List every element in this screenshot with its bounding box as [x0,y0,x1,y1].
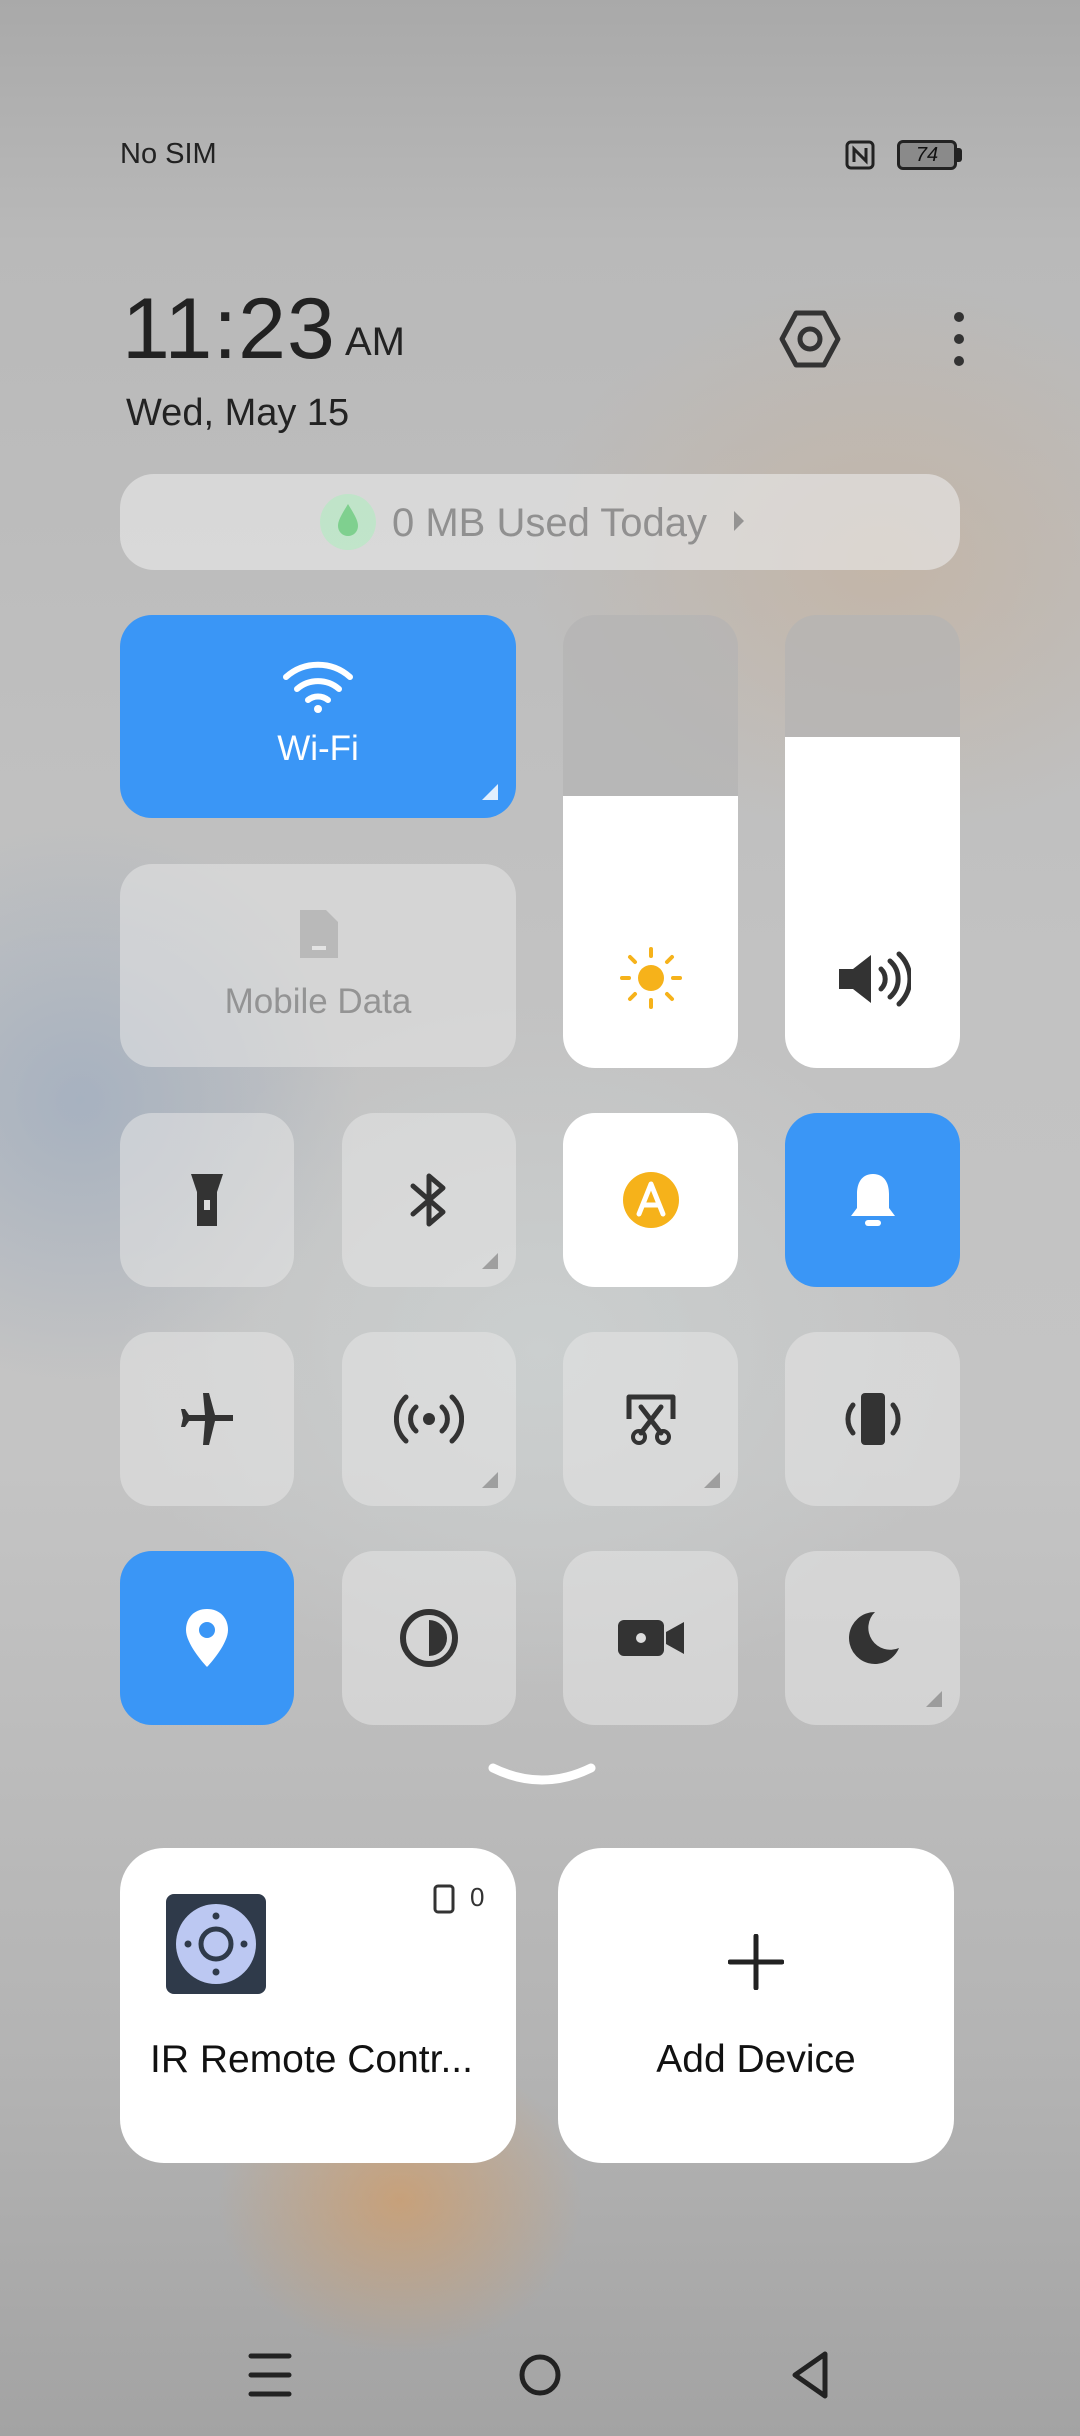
mobile-data-tile[interactable]: Mobile Data [120,864,516,1067]
water-drop-icon [320,494,376,550]
sim-card-icon [300,910,338,958]
sun-icon [620,947,682,1009]
volume-level-fill [785,737,960,1068]
video-camera-icon [617,1620,684,1656]
clock-ampm: AM [345,320,405,364]
expand-corner-icon [926,1691,942,1707]
battery-level: 74 [915,144,939,166]
expand-corner-icon [482,784,498,800]
ir-remote-icon [166,1894,266,1994]
hotspot-tile[interactable] [342,1332,516,1506]
clock-time: 11:23 [122,281,336,377]
contrast-icon [400,1609,458,1667]
nfc-icon [845,140,875,170]
moon-icon [848,1612,899,1664]
wifi-label: Wi-Fi [277,729,359,768]
ring-mode-tile[interactable] [785,1113,960,1287]
settings-icon[interactable] [778,307,842,371]
carrier-status: No SIM [120,138,217,170]
back-nav-icon[interactable] [775,2340,845,2410]
location-tile[interactable] [120,1551,294,1725]
screenshot-tile[interactable] [563,1332,738,1506]
clock-date: Wed, May 15 [126,392,350,434]
expand-corner-icon [704,1472,720,1488]
bluetooth-tile[interactable] [342,1113,516,1287]
brightness-slider[interactable] [563,615,738,1068]
volume-slider[interactable] [785,615,960,1068]
ir-remote-card[interactable]: 0 IR Remote Contr... [120,1848,516,2163]
vibrate-tile[interactable] [785,1332,960,1506]
collapse-chevron-icon[interactable] [487,1760,597,1796]
auto-brightness-icon [622,1172,679,1228]
do-not-disturb-tile[interactable] [785,1551,960,1725]
wifi-icon [283,661,353,713]
brightness-level-fill [563,796,738,1068]
mobile-data-label: Mobile Data [224,982,412,1021]
data-usage-text: 0 MB Used Today [392,501,707,545]
phone-icon [433,1884,455,1914]
menu-nav-icon[interactable] [235,2340,305,2410]
airplane-mode-tile[interactable] [120,1332,294,1506]
more-options-icon[interactable] [944,307,974,371]
wifi-tile[interactable]: Wi-Fi [120,615,516,818]
expand-corner-icon [482,1472,498,1488]
expand-corner-icon [482,1253,498,1269]
battery-tip [957,148,962,162]
airplane-icon [181,1393,233,1445]
screenshot-scissors-icon [626,1394,675,1445]
flashlight-icon [191,1174,223,1226]
add-device-card[interactable]: Add Device [558,1848,954,2163]
flashlight-tile[interactable] [120,1113,294,1287]
bell-icon [850,1174,895,1226]
add-device-label: Add Device [656,2038,856,2081]
screen-recorder-tile[interactable] [563,1551,738,1725]
speaker-icon [839,951,911,1007]
chevron-right-icon [734,511,744,531]
home-nav-icon[interactable] [505,2340,575,2410]
vibrate-icon [844,1393,901,1445]
bluetooth-icon [410,1173,446,1227]
hotspot-icon [394,1394,464,1444]
auto-brightness-tile[interactable] [563,1113,738,1287]
dark-mode-tile[interactable] [342,1551,516,1725]
location-pin-icon [186,1609,228,1667]
device-count: 0 [470,1882,485,1912]
ir-remote-label: IR Remote Contr... [150,2038,473,2081]
plus-icon [728,1934,784,1990]
